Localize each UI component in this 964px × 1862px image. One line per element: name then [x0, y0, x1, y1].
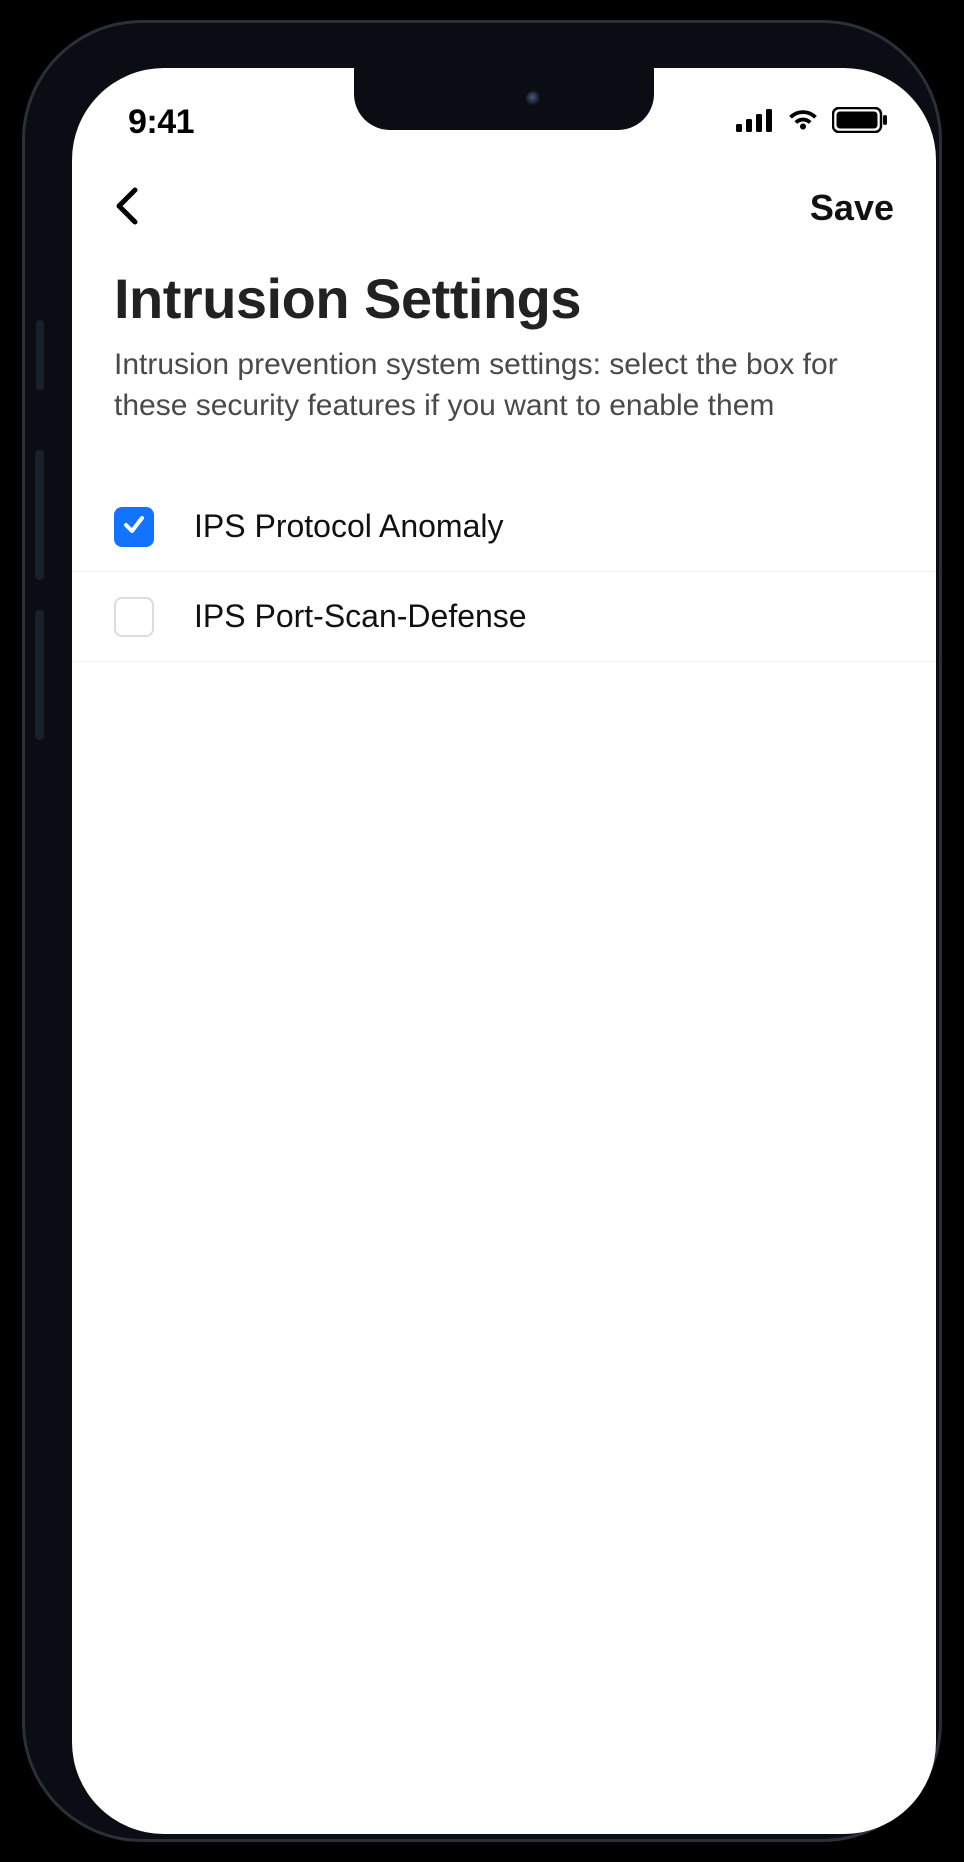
- nav-bar: Save: [72, 168, 936, 248]
- device-frame: 9:41: [22, 20, 942, 1842]
- option-row-port-scan-defense[interactable]: IPS Port-Scan-Defense: [72, 572, 936, 662]
- wifi-icon: [786, 108, 820, 137]
- status-time: 9:41: [128, 103, 194, 142]
- option-label: IPS Port-Scan-Defense: [194, 598, 527, 635]
- cellular-signal-icon: [736, 108, 774, 137]
- device-notch: [354, 68, 654, 130]
- camera-dot: [526, 91, 542, 107]
- checkbox-port-scan-defense[interactable]: [114, 597, 154, 637]
- device-side-button: [36, 320, 44, 390]
- battery-icon: [832, 107, 888, 138]
- option-label: IPS Protocol Anomaly: [194, 508, 503, 545]
- page-title: Intrusion Settings: [114, 266, 894, 331]
- options-list: IPS Protocol Anomaly IPS Port-Scan-Defen…: [72, 482, 936, 662]
- back-button[interactable]: [104, 186, 148, 230]
- status-indicators: [736, 107, 888, 138]
- screen: 9:41: [72, 68, 936, 1834]
- save-button[interactable]: Save: [810, 187, 894, 229]
- page-header: Intrusion Settings Intrusion prevention …: [72, 248, 936, 426]
- checkmark-icon: [121, 511, 147, 542]
- chevron-left-icon: [113, 186, 139, 231]
- device-volume-down-button: [35, 610, 44, 740]
- checkbox-protocol-anomaly[interactable]: [114, 507, 154, 547]
- page-description: Intrusion prevention system settings: se…: [114, 345, 894, 426]
- device-volume-up-button: [35, 450, 44, 580]
- option-row-protocol-anomaly[interactable]: IPS Protocol Anomaly: [72, 482, 936, 572]
